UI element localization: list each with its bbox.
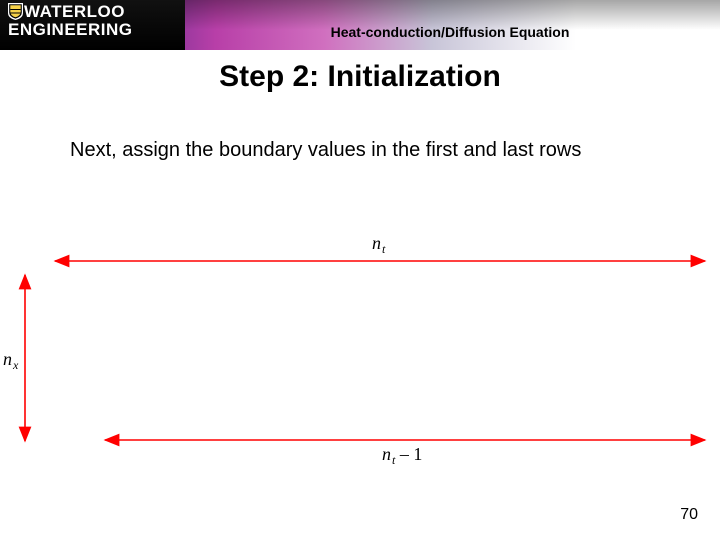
label-nt-minus-1: nt – 1 [382, 444, 422, 465]
logo-text-waterloo: WATERLOO [24, 3, 125, 20]
slide-heading: Step 2: Initialization [0, 60, 720, 94]
label-nx: nx [3, 349, 18, 370]
body-paragraph: Next, assign the boundary values in the … [70, 138, 650, 163]
logo-line-1: WATERLOO [8, 3, 133, 20]
shield-icon [8, 3, 23, 20]
label-nx-sub: x [13, 358, 18, 372]
header-banner: WATERLOO ENGINEERING Heat-conduction/Dif… [0, 0, 720, 50]
label-nx-n: n [3, 349, 12, 369]
arrows-svg [0, 205, 720, 465]
label-nt-sub: t [382, 242, 385, 256]
label-nt: nt [372, 233, 385, 254]
diagram-area: nt nx nt – 1 [0, 205, 720, 465]
label-nt-n: n [372, 233, 381, 253]
page-number: 70 [680, 506, 698, 524]
label-ntm1-sub: t [392, 453, 395, 467]
waterloo-logo: WATERLOO ENGINEERING [8, 3, 133, 38]
slide-topic: Heat-conduction/Diffusion Equation [190, 24, 710, 40]
logo-text-engineering: ENGINEERING [8, 21, 133, 38]
label-ntm1-n: n [382, 444, 391, 464]
label-ntm1-tail: – 1 [395, 444, 422, 464]
